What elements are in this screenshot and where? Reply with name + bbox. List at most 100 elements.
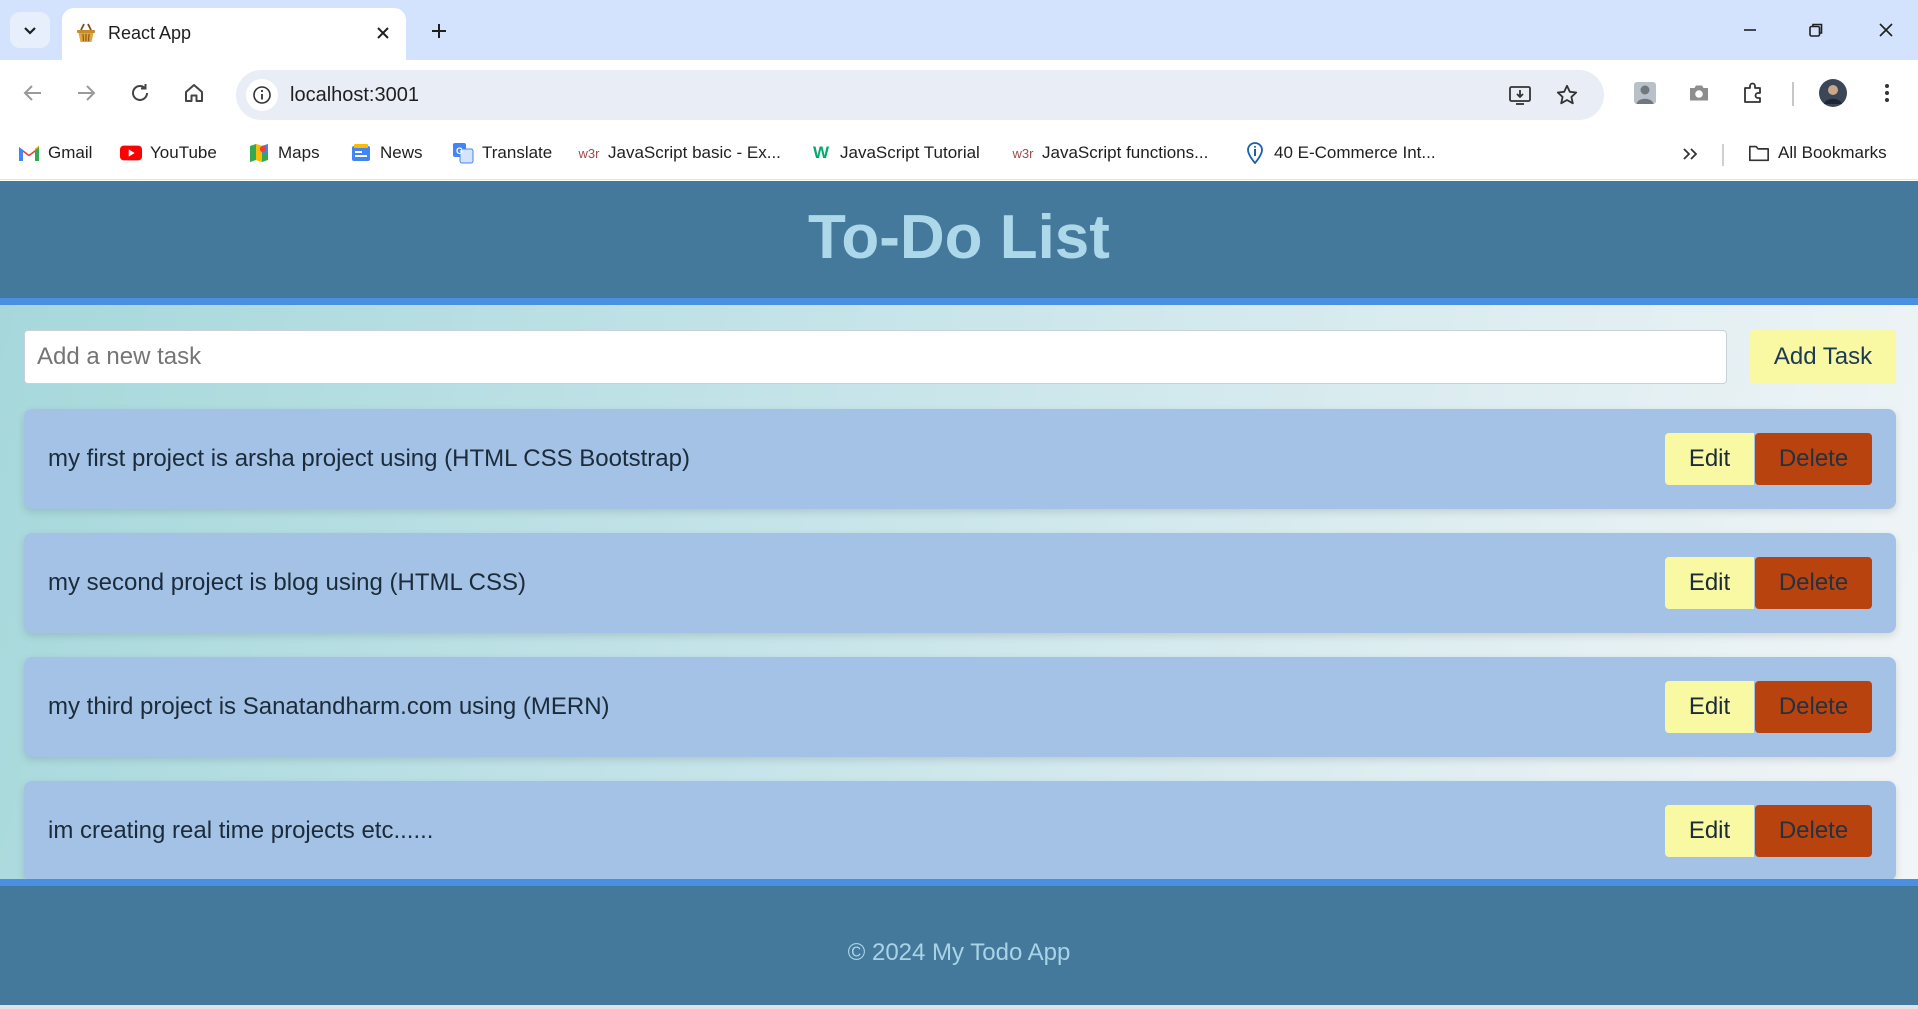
extensions-button[interactable] — [1734, 74, 1772, 112]
restore-button[interactable] — [1788, 10, 1844, 50]
gmail-icon — [18, 142, 40, 164]
all-bookmarks-label: All Bookmarks — [1778, 143, 1887, 162]
tab-search-button[interactable] — [10, 12, 50, 48]
task-item: im creating real time projects etc......… — [24, 781, 1896, 879]
plus-icon — [432, 24, 446, 38]
delete-task-button[interactable]: Delete — [1755, 557, 1872, 609]
bookmark-label: JavaScript basic - Ex... — [608, 143, 781, 162]
bookmark-label: 40 E-Commerce Int... — [1274, 143, 1436, 162]
edit-task-button[interactable]: Edit — [1665, 433, 1754, 485]
install-app-button[interactable] — [1504, 79, 1536, 111]
task-text: my first project is arsha project using … — [48, 445, 690, 472]
new-task-input[interactable] — [24, 330, 1727, 384]
footer-copyright: © 2024 My Todo App — [847, 939, 1071, 966]
browser-toolbar: localhost:3001 — [0, 60, 1918, 128]
youtube-icon — [120, 142, 142, 164]
edit-task-button[interactable]: Edit — [1665, 557, 1754, 609]
bookmark-label: Maps — [278, 143, 320, 162]
app-header: To-Do List — [0, 181, 1918, 305]
more-vertical-icon — [1885, 84, 1889, 102]
delete-task-button[interactable]: Delete — [1755, 433, 1872, 485]
home-button[interactable] — [175, 74, 213, 112]
chevron-down-icon — [24, 27, 36, 35]
maps-icon — [248, 142, 270, 164]
camera-icon — [1690, 85, 1708, 101]
edit-task-button[interactable]: Edit — [1665, 805, 1754, 857]
task-text: my third project is Sanatandharm.com usi… — [48, 693, 610, 720]
task-item: my first project is arsha project using … — [24, 409, 1896, 509]
arrow-left-icon — [23, 85, 41, 101]
shopping-basket-icon — [74, 21, 98, 45]
reload-icon — [132, 84, 148, 101]
todo-main: Add Task my first project is arsha proje… — [0, 305, 1918, 879]
reload-button[interactable] — [121, 74, 159, 112]
home-icon — [185, 84, 203, 102]
bookmark-js-basic[interactable]: w3r JavaScript basic - Ex... — [578, 138, 781, 168]
browser-tab-bar: React App — [0, 0, 1918, 60]
bookmarks-bar: Gmail YouTube Maps News G Translate w3r … — [0, 128, 1918, 180]
bookmark-label: Translate — [482, 143, 553, 162]
all-bookmarks-button[interactable]: All Bookmarks — [1748, 138, 1887, 168]
task-item: my third project is Sanatandharm.com usi… — [24, 657, 1896, 757]
window-bottom-edge — [0, 1005, 1918, 1009]
w3r-icon: w3r — [578, 145, 600, 161]
info-pin-icon — [1244, 142, 1266, 164]
restore-icon — [1809, 23, 1823, 37]
app-footer: © 2024 My Todo App — [0, 879, 1918, 1009]
bookmark-maps[interactable]: Maps — [248, 138, 320, 168]
svg-text:G: G — [456, 146, 463, 156]
info-icon — [253, 86, 271, 104]
address-bar[interactable]: localhost:3001 — [236, 70, 1604, 120]
back-button[interactable] — [14, 74, 52, 112]
bookmark-js-tutorial[interactable]: W JavaScript Tutorial — [810, 138, 980, 168]
url-text[interactable]: localhost:3001 — [290, 83, 419, 107]
edit-task-button[interactable]: Edit — [1665, 681, 1754, 733]
task-text: my second project is blog using (HTML CS… — [48, 569, 526, 596]
tab-title: React App — [108, 23, 192, 43]
translate-icon: G — [452, 142, 474, 164]
forward-button[interactable] — [67, 74, 105, 112]
w3r-icon: w3r — [1012, 145, 1034, 161]
bookmark-news[interactable]: News — [350, 138, 423, 168]
arrow-right-icon — [78, 85, 96, 101]
double-chevron-right-icon — [1683, 148, 1698, 160]
delete-task-button[interactable]: Delete — [1755, 805, 1872, 857]
minimize-button[interactable] — [1722, 10, 1778, 50]
star-icon — [1556, 84, 1578, 105]
minimize-icon — [1744, 29, 1756, 31]
person-photo-icon — [1634, 82, 1656, 104]
task-item: my second project is blog using (HTML CS… — [24, 533, 1896, 633]
close-icon — [1879, 23, 1893, 37]
bookmark-label: News — [380, 143, 423, 162]
close-window-button[interactable] — [1858, 10, 1914, 50]
bookmark-label: JavaScript functions... — [1042, 143, 1209, 162]
toolbar-divider — [1792, 82, 1794, 106]
add-task-button[interactable]: Add Task — [1750, 330, 1896, 384]
delete-task-button[interactable]: Delete — [1755, 681, 1872, 733]
browser-tab[interactable]: React App — [62, 8, 406, 60]
task-text: im creating real time projects etc...... — [48, 817, 434, 844]
bookmark-gmail[interactable]: Gmail — [18, 138, 92, 168]
puzzle-icon — [1744, 82, 1761, 103]
bookmark-label: Gmail — [48, 143, 93, 162]
avatar-icon — [1819, 79, 1847, 107]
browser-menu-button[interactable] — [1868, 74, 1906, 112]
bookmark-ecommerce[interactable]: 40 E-Commerce Int... — [1244, 138, 1436, 168]
bookmarks-divider — [1722, 144, 1724, 166]
bookmark-star-button[interactable] — [1551, 79, 1583, 111]
news-icon — [350, 142, 372, 164]
bookmark-youtube[interactable]: YouTube — [120, 138, 217, 168]
screenshot-button[interactable] — [1680, 74, 1718, 112]
site-info-button[interactable] — [246, 79, 278, 111]
bookmark-label: JavaScript Tutorial — [840, 143, 980, 162]
new-tab-button[interactable] — [422, 14, 456, 48]
profile-extension-button[interactable] — [1626, 74, 1664, 112]
folder-icon — [1748, 142, 1770, 164]
close-tab-icon[interactable] — [370, 20, 396, 46]
page-title: To-Do List — [808, 203, 1110, 272]
bookmark-label: YouTube — [150, 143, 217, 162]
more-bookmarks-button[interactable] — [1676, 140, 1704, 168]
bookmark-js-functions[interactable]: w3r JavaScript functions... — [1012, 138, 1209, 168]
bookmark-translate[interactable]: G Translate — [452, 138, 552, 168]
profile-avatar-button[interactable] — [1814, 74, 1852, 112]
